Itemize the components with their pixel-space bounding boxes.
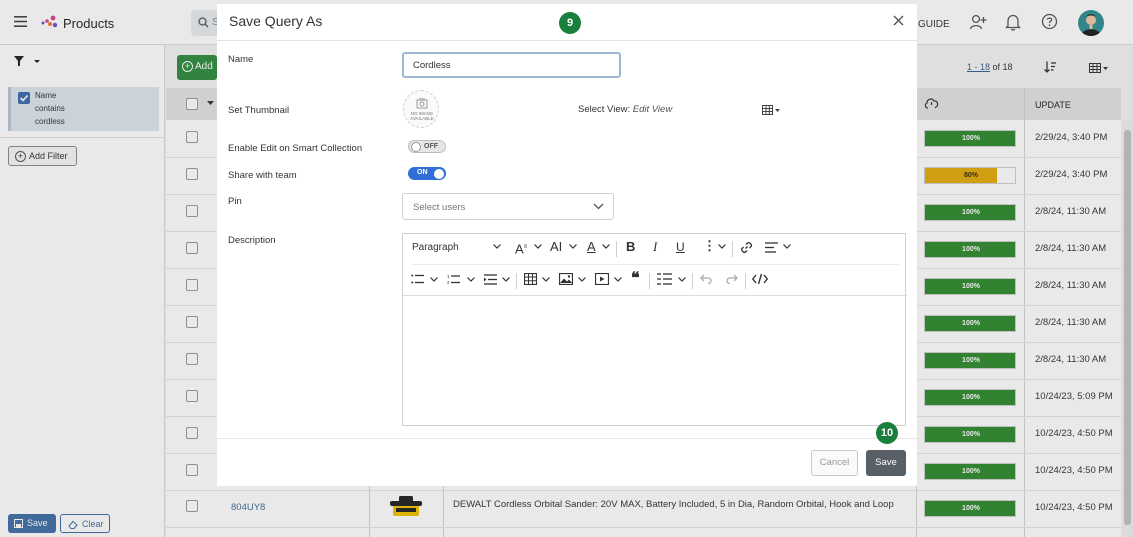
pin-users-select[interactable]: Select users (402, 193, 614, 220)
font-family-icon[interactable]: A≡ (515, 240, 527, 256)
font-color-icon[interactable]: A (587, 240, 596, 254)
editor-toolbar-row-1: Paragraph A≡ AI A B I U ⋮ (403, 234, 907, 264)
chevron-down-icon[interactable] (493, 244, 501, 249)
toggle-knob (434, 168, 444, 179)
toggle-knob (411, 142, 421, 152)
source-code-icon[interactable] (752, 273, 768, 285)
pin-placeholder: Select users (413, 202, 466, 213)
image-placeholder-icon (416, 98, 428, 109)
share-label: Share with team (228, 170, 297, 181)
link-icon[interactable] (740, 241, 753, 254)
quote-icon[interactable]: ❝ (631, 271, 640, 287)
chevron-down-icon[interactable] (534, 244, 542, 249)
chevron-down-icon[interactable] (542, 277, 550, 282)
toolbar-separator (649, 273, 650, 289)
toolbar-bottom-border (403, 295, 907, 296)
toggle-state-label: OFF (424, 143, 438, 150)
pin-label: Pin (228, 196, 242, 207)
share-toggle[interactable]: ON (408, 167, 446, 180)
dialog-title: Save Query As (229, 13, 323, 29)
description-label: Description (228, 235, 276, 246)
redo-icon[interactable] (725, 274, 738, 284)
toolbar-separator (692, 273, 693, 289)
cancel-button[interactable]: Cancel (811, 450, 858, 476)
italic-icon[interactable]: I (653, 240, 657, 254)
toolbar-separator (745, 273, 746, 289)
numbered-list-icon[interactable]: 12 (447, 274, 460, 285)
editor-toolbar-row-2: 12 ❝ (403, 265, 907, 295)
no-image-text: NO IMAGE AVAILABLE (410, 111, 434, 121)
close-icon[interactable] (893, 15, 904, 26)
font-size-icon[interactable]: AI (550, 240, 562, 254)
bold-icon[interactable]: B (626, 240, 635, 254)
indent-icon[interactable] (484, 274, 497, 285)
toggle-state-label: ON (417, 169, 428, 176)
chevron-down-icon[interactable] (578, 277, 586, 282)
edit-view-link[interactable]: Edit View (633, 104, 672, 115)
underline-icon[interactable]: U (676, 240, 685, 254)
svg-text:1: 1 (447, 274, 450, 279)
select-view: Select View: Edit View (578, 104, 672, 115)
toolbar-separator (516, 273, 517, 289)
table-icon[interactable] (524, 273, 537, 285)
bulleted-list-icon[interactable] (411, 274, 424, 285)
step-marker: 10 (876, 422, 898, 444)
undo-icon[interactable] (700, 274, 713, 284)
image-icon[interactable] (559, 273, 573, 285)
view-select-icon[interactable] (762, 105, 781, 115)
chevron-down-icon[interactable] (783, 244, 791, 249)
save-query-dialog: Save Query As Name Set Thumbnail NO IMAG… (217, 4, 917, 486)
toolbar-separator (616, 241, 617, 257)
name-label: Name (228, 54, 254, 65)
smart-collection-label: Enable Edit on Smart Collection (228, 143, 363, 154)
align-left-icon[interactable] (765, 242, 778, 253)
chevron-down-icon (593, 203, 604, 210)
chevron-down-icon[interactable] (569, 244, 577, 249)
toolbar-separator (732, 241, 733, 257)
dialog-footer-divider (217, 438, 917, 439)
select-view-label: Select View: (578, 104, 631, 115)
smart-collection-toggle[interactable]: OFF (408, 140, 446, 153)
chevron-down-icon[interactable] (502, 277, 510, 282)
list-style-icon[interactable] (657, 273, 672, 285)
chevron-down-icon[interactable] (678, 277, 686, 282)
thumbnail-picker[interactable]: NO IMAGE AVAILABLE (403, 90, 439, 128)
chevron-down-icon[interactable] (602, 244, 610, 249)
chevron-down-icon[interactable] (467, 277, 475, 282)
more-options-icon[interactable]: ⋮ (703, 239, 716, 253)
description-editor[interactable]: Paragraph A≡ AI A B I U ⋮ 12 ❝ (402, 233, 907, 426)
paragraph-style-select[interactable]: Paragraph (412, 242, 459, 253)
step-marker: 9 (559, 12, 581, 34)
svg-text:2: 2 (447, 280, 450, 285)
dialog-header-divider (217, 40, 917, 41)
video-icon[interactable] (595, 273, 609, 285)
thumbnail-label: Set Thumbnail (228, 105, 290, 116)
save-button[interactable]: Save (866, 450, 906, 476)
chevron-down-icon[interactable] (614, 277, 622, 282)
chevron-down-icon[interactable] (718, 244, 726, 249)
query-name-input[interactable] (402, 52, 621, 78)
chevron-down-icon[interactable] (430, 277, 438, 282)
